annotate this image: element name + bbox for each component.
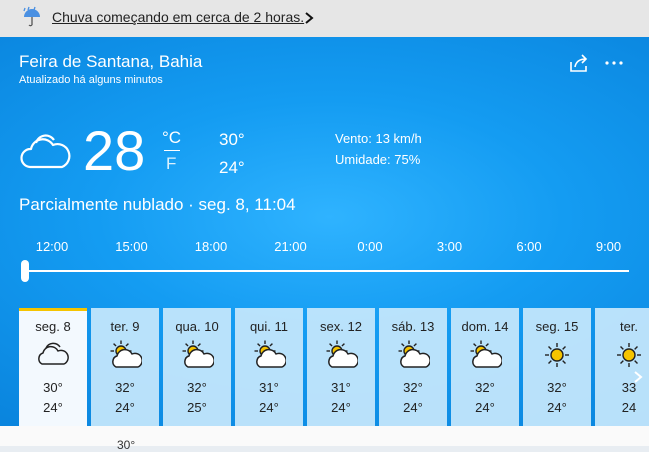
unit-fahrenheit[interactable]: F xyxy=(166,154,176,174)
day-high: 31° xyxy=(259,380,279,395)
chevron-right-icon[interactable] xyxy=(632,369,644,385)
alert-text[interactable]: Chuva começando em cerca de 2 horas. xyxy=(52,9,304,25)
bottom-strip: 30° xyxy=(0,426,649,452)
partly-sunny-icon xyxy=(468,340,503,370)
day-name: seg. 8 xyxy=(35,319,71,334)
day-low: 25° xyxy=(187,400,207,415)
hour-label: 21:00 xyxy=(274,239,307,254)
day-low: 24° xyxy=(547,400,567,415)
updated-text: Atualizado há alguns minutos xyxy=(19,74,163,86)
partly-sunny-icon xyxy=(180,340,215,370)
current-temperature: 28 xyxy=(83,119,146,182)
sun-icon xyxy=(540,340,574,370)
hour-label: 9:00 xyxy=(595,239,622,254)
day-high: 32° xyxy=(475,380,495,395)
timeline-track[interactable] xyxy=(22,270,629,272)
day-name: qua. 10 xyxy=(175,319,219,334)
day-low: 24° xyxy=(331,400,351,415)
day-low: 24° xyxy=(115,400,135,415)
day-name: ter. xyxy=(619,319,639,334)
more-options-icon[interactable] xyxy=(603,53,625,73)
cloud-icon xyxy=(20,134,71,169)
rain-alert-bar[interactable]: Chuva começando em cerca de 2 horas. xyxy=(0,0,649,37)
partly-sunny-icon xyxy=(108,340,143,370)
day-name: seg. 15 xyxy=(535,319,579,334)
cloud-icon xyxy=(36,340,70,370)
hour-label: 18:00 xyxy=(194,239,228,254)
timeline-slider-thumb[interactable] xyxy=(21,260,29,282)
condition-text: Parcialmente nublado · seg. 8, 11:04 xyxy=(19,195,296,214)
partly-sunny-icon xyxy=(396,340,431,370)
partly-sunny-icon xyxy=(252,340,287,370)
umbrella-rain-icon xyxy=(23,6,40,27)
location-name: Feira de Santana, Bahia xyxy=(19,52,203,71)
unit-divider xyxy=(164,150,180,151)
day-high: 31° xyxy=(331,380,351,395)
day-high: 32° xyxy=(547,380,567,395)
hour-label: 6:00 xyxy=(516,239,542,254)
day-high: 32° xyxy=(115,380,135,395)
day-name: dom. 14 xyxy=(461,319,509,334)
day-low: 24 xyxy=(621,400,637,415)
bottom-value: 30° xyxy=(117,438,136,452)
day-name: sex. 12 xyxy=(320,319,362,334)
today-low: 24° xyxy=(219,158,245,177)
hour-label: 3:00 xyxy=(436,239,463,254)
hour-label: 12:00 xyxy=(35,239,69,254)
humidity: Umidade: 75% xyxy=(335,152,421,167)
today-high: 30° xyxy=(219,130,245,149)
unit-celsius[interactable]: °C xyxy=(162,128,181,148)
day-name: sáb. 13 xyxy=(391,319,435,334)
day-high: 32° xyxy=(187,380,207,395)
day-high: 30° xyxy=(43,380,63,395)
day-low: 24° xyxy=(259,400,279,415)
hour-label: 15:00 xyxy=(115,239,148,254)
day-high: 32° xyxy=(403,380,423,395)
selected-indicator xyxy=(19,308,87,311)
day-name: ter. 9 xyxy=(110,319,140,334)
day-name: qui. 11 xyxy=(249,319,289,334)
day-low: 24° xyxy=(403,400,423,415)
share-icon[interactable] xyxy=(568,53,590,73)
weather-panel: Feira de Santana, Bahia Atualizado há al… xyxy=(0,37,649,446)
day-low: 24° xyxy=(43,400,63,415)
chevron-right-icon xyxy=(305,12,314,24)
partly-sunny-icon xyxy=(324,340,359,370)
wind-speed: Vento: 13 km/h xyxy=(335,131,422,146)
day-low: 24° xyxy=(475,400,495,415)
sun-icon xyxy=(612,340,646,370)
hour-label: 0:00 xyxy=(357,239,383,254)
